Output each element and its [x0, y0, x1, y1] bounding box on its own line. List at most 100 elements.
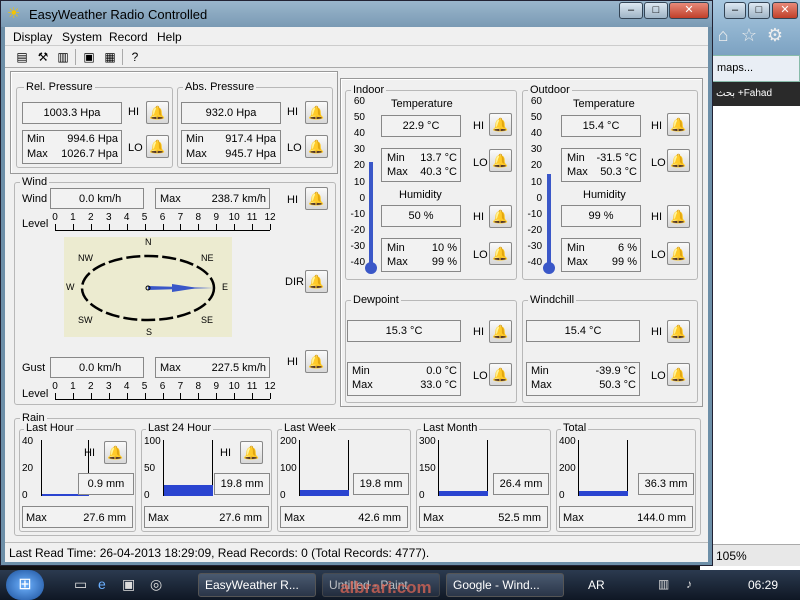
indoor-scale-label: -30: [350, 240, 365, 252]
gust-scale-label: 5: [141, 381, 148, 392]
outdoor-hum-label: Humidity: [583, 189, 626, 201]
indoor-hum-value: 50 %: [381, 205, 461, 227]
abs-lo-alarm-bell-icon[interactable]: 🔔: [305, 135, 328, 158]
windchill-max: 50.3 °C: [599, 379, 636, 391]
close-button[interactable]: ✕: [669, 2, 709, 19]
rain-scale-label: 100: [144, 436, 161, 447]
toolbar: ▤ ⚒ ▥ ▣ ▦ ?: [5, 46, 708, 68]
wind-level-label: Level: [22, 218, 49, 230]
windchill-hi-bell-icon[interactable]: 🔔: [667, 320, 690, 343]
menu-system[interactable]: System: [62, 30, 102, 44]
outdoor-hum-hi-bell-icon[interactable]: 🔔: [667, 205, 690, 228]
wind-scale-tick: [252, 224, 254, 230]
rain-value: 26.4 mm: [493, 473, 549, 495]
start-button-windows-icon[interactable]: ⊞: [6, 570, 44, 600]
indoor-hum-lo-bell-icon[interactable]: 🔔: [489, 242, 512, 265]
dewpoint-hi-bell-icon[interactable]: 🔔: [489, 320, 512, 343]
browser-maximize-button[interactable]: □: [748, 2, 770, 19]
outdoor-temp-lo-bell-icon[interactable]: 🔔: [667, 149, 690, 172]
menu-display[interactable]: Display: [13, 30, 52, 44]
indoor-temp-hi-bell-icon[interactable]: 🔔: [489, 113, 512, 136]
windchill-lo-bell-icon[interactable]: 🔔: [667, 363, 690, 386]
wind-scale-label: 11: [246, 212, 258, 223]
wind-dir-alarm-bell-icon[interactable]: 🔔: [305, 270, 328, 293]
gust-scale-baseline: [55, 399, 270, 400]
clock[interactable]: 06:29: [748, 578, 778, 592]
wind-hi-label: HI: [287, 194, 298, 206]
outdoor-thermometer-bulb: [543, 262, 555, 274]
rain-hi-alarm-bell-icon[interactable]: 🔔: [104, 441, 127, 464]
wind-compass: N NE E SE S SW W NW: [64, 237, 232, 337]
rel-min-label: Min: [27, 133, 45, 145]
abs-max-value: 945.7 Hpa: [225, 148, 276, 160]
menu-record[interactable]: Record: [109, 30, 148, 44]
gust-scale-tick: [55, 393, 56, 399]
volume-icon[interactable]: ♪: [686, 577, 692, 591]
abs-hi-alarm-bell-icon[interactable]: 🔔: [305, 101, 328, 124]
rain-scale-label: 300: [419, 436, 436, 447]
wind-scale-label: 9: [213, 212, 220, 223]
indoor-hum-hi-bell-icon[interactable]: 🔔: [489, 205, 512, 228]
help-icon[interactable]: ?: [127, 49, 143, 65]
display-icon[interactable]: ▤: [14, 49, 30, 65]
gust-scale-tick: [180, 393, 182, 399]
show-desktop-icon[interactable]: ▭: [74, 576, 87, 593]
maximize-button[interactable]: □: [644, 2, 668, 19]
graph-icon[interactable]: ▦: [102, 49, 118, 65]
browser-tab[interactable]: maps...: [712, 55, 800, 82]
browser-close-button[interactable]: ✕: [772, 2, 798, 19]
rel-max-label: Max: [27, 148, 48, 160]
outdoor-scale-label: 50: [530, 112, 542, 124]
rain-hi-label: HI: [220, 447, 231, 459]
dewpoint-lo-bell-icon[interactable]: 🔔: [489, 363, 512, 386]
menu-help[interactable]: Help: [157, 30, 182, 44]
rain-value: 0.9 mm: [78, 473, 134, 495]
outdoor-temp-hi-bell-icon[interactable]: 🔔: [667, 113, 690, 136]
rain-scale-label: 0: [280, 490, 286, 501]
media-icon[interactable]: ◎: [150, 576, 162, 593]
gust-hi-alarm-bell-icon[interactable]: 🔔: [305, 350, 328, 373]
window-icon[interactable]: ▣: [81, 49, 97, 65]
switch-windows-icon[interactable]: ▣: [122, 576, 135, 593]
rain-hi-alarm-bell-icon[interactable]: 🔔: [240, 441, 263, 464]
language-indicator[interactable]: AR: [588, 578, 605, 592]
outdoor-scale-label: -10: [527, 208, 542, 220]
sun-cloud-icon: ☀: [7, 5, 21, 22]
gust-scale-label: 2: [88, 381, 94, 392]
rain-max-value: 27.6 mm: [83, 512, 126, 524]
network-icon[interactable]: ▥: [658, 577, 669, 591]
records-icon[interactable]: ▥: [55, 49, 71, 65]
star-icon[interactable]: ☆: [738, 24, 760, 46]
minimize-button[interactable]: –: [619, 2, 643, 19]
menu-bar: Display System Record Help: [5, 27, 708, 46]
gust-scale-label: 1: [70, 381, 76, 392]
settings-icon[interactable]: ⚒: [35, 49, 51, 65]
wind-scale-label: 4: [123, 212, 130, 223]
outdoor-temp-min-label: Min: [567, 152, 585, 164]
window-title: EasyWeather Radio Controlled: [29, 7, 208, 22]
ie-icon[interactable]: e: [98, 576, 106, 592]
browser-minimize-button[interactable]: –: [724, 2, 746, 19]
rel-hi-alarm-bell-icon[interactable]: 🔔: [146, 101, 169, 124]
wind-scale-tick: [144, 224, 146, 230]
gear-icon[interactable]: ⚙: [764, 24, 786, 46]
abs-lo-label: LO: [287, 142, 302, 154]
indoor-temp-lo-bell-icon[interactable]: 🔔: [489, 149, 512, 172]
wind-hi-alarm-bell-icon[interactable]: 🔔: [305, 187, 328, 210]
task-easyweather[interactable]: EasyWeather R...: [198, 573, 316, 597]
browser-zoom-level[interactable]: 105%: [712, 544, 800, 566]
rain-gauge: [299, 440, 349, 496]
browser-bookmark-bar[interactable]: Fahad+ بحث: [712, 82, 800, 106]
outdoor-hum-lo-bell-icon[interactable]: 🔔: [667, 242, 690, 265]
wind-scale-tick: [234, 224, 236, 230]
gust-label: Gust: [22, 362, 46, 374]
rain-hi-label: HI: [84, 447, 95, 459]
rel-lo-alarm-bell-icon[interactable]: 🔔: [146, 135, 169, 158]
rain-gauge: [438, 440, 488, 496]
watermark: albrari.com: [340, 578, 432, 597]
gust-scale-label: 12: [264, 381, 276, 392]
title-bar[interactable]: ☀ EasyWeather Radio Controlled – □ ✕: [1, 1, 712, 27]
home-icon[interactable]: ⌂: [712, 24, 734, 46]
rain-panel-label: Last Hour: [24, 422, 76, 434]
task-google[interactable]: Google - Wind...: [446, 573, 564, 597]
